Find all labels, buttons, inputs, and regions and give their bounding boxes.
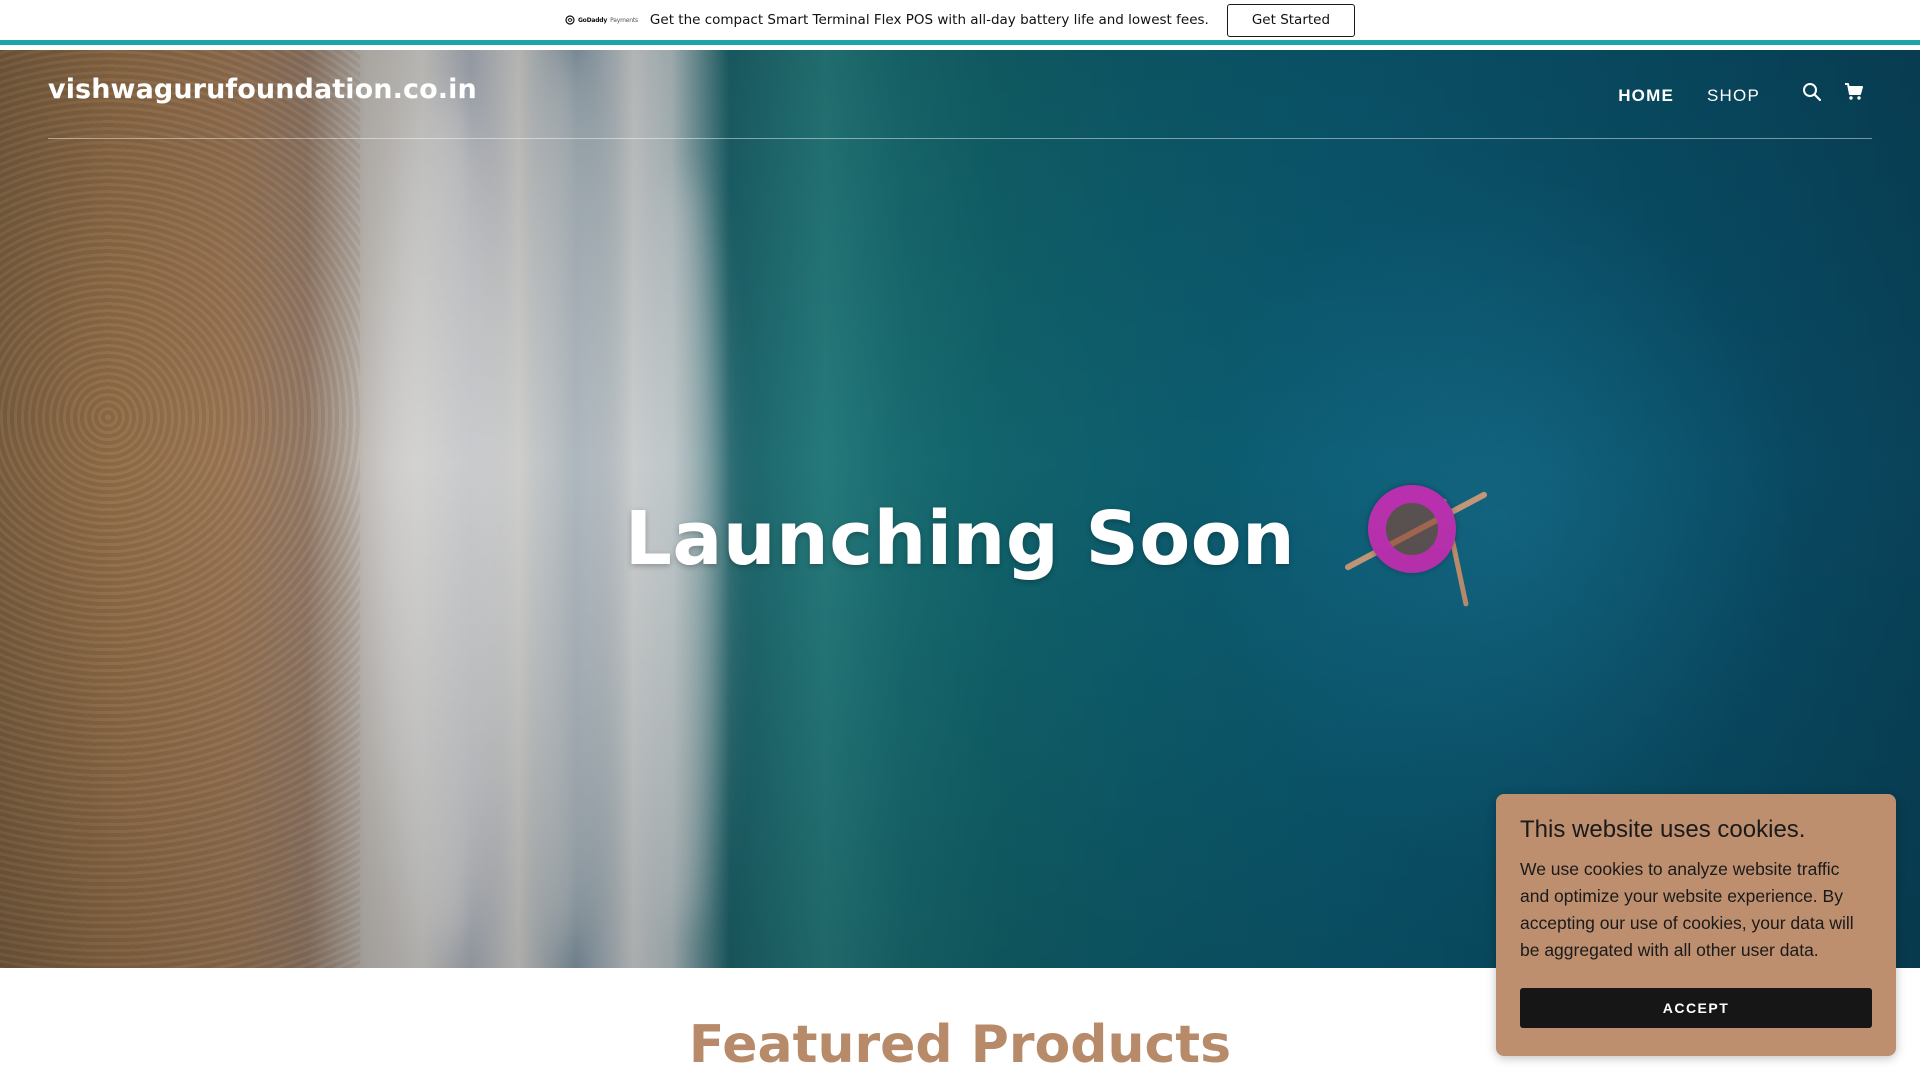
site-logo[interactable]: vishwagurufoundation.co.in [48,74,477,105]
get-started-button[interactable]: Get Started [1226,3,1356,37]
godaddy-payments-logo: GoDaddy Payments [565,13,638,27]
main-nav: HOME SHOP [1618,86,1760,106]
accept-cookies-button[interactable]: ACCEPT [1520,988,1872,1028]
search-icon[interactable] [1802,82,1822,107]
promo-message: Get the compact Smart Terminal Flex POS … [649,12,1209,28]
cookie-title: This website uses cookies. [1520,816,1806,843]
cookie-banner: This website uses cookies. We use cookie… [1496,794,1896,1056]
nav-home[interactable]: HOME [1618,86,1674,106]
promo-bar: GoDaddy Payments Get the compact Smart T… [0,0,1920,45]
logo-product-text: Payments [610,16,638,24]
nav-icons [1802,82,1864,107]
hero-title: Launching Soon [624,496,1296,582]
cookie-text: We use cookies to analyze website traffi… [1520,859,1854,960]
godaddy-logo-icon [565,15,575,25]
logo-brand-text: GoDaddy [577,16,608,24]
header-divider [48,138,1872,139]
nav-shop[interactable]: SHOP [1707,86,1760,106]
cart-icon[interactable] [1844,82,1864,107]
